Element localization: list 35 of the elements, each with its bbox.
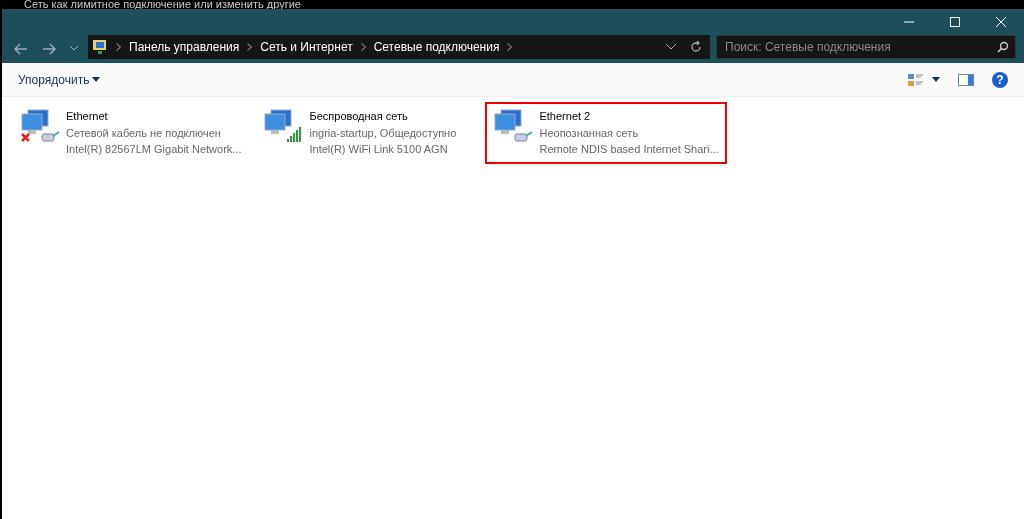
breadcrumb-item[interactable]: Сетевые подключения	[373, 38, 500, 56]
control-panel-icon	[92, 39, 108, 55]
search-box[interactable]: Поиск: Сетевые подключения	[716, 35, 1016, 59]
connection-name: Ethernet	[66, 109, 109, 124]
chevron-right-icon	[360, 43, 366, 51]
caret-icon	[92, 77, 101, 82]
connection-name: Ethernet 2	[539, 109, 592, 124]
chevron-right-icon	[116, 43, 121, 51]
organize-menu-button[interactable]: Упорядочить	[18, 70, 90, 89]
connection-status: Неопознанная сеть	[539, 125, 640, 141]
connection-item[interactable]: Ethernet Сетевой кабель не подключен Intel(R) 82567LM Gigabit Network...	[12, 102, 250, 164]
connection-status: ingria-startup, Общедоступно	[309, 125, 457, 141]
highlighted-connection-item[interactable]: Ethernet 2 Неопознанная сеть Remote NDIS based Internet Shari...	[485, 102, 727, 164]
adapter-name: Intel(R) 82567LM Gigabit Network...	[66, 142, 242, 157]
chevron-down-icon	[70, 46, 78, 52]
adapter-name: Intel(R) WiFi Link 5100 AGN	[309, 142, 449, 157]
address-bar[interactable]: Панель управления Сеть и Интернет Сетевые подключения	[88, 35, 710, 59]
search-field[interactable]: Поиск: Сетевые подключения	[723, 37, 997, 57]
view-options-icon[interactable]	[908, 72, 924, 87]
close-icon	[996, 17, 1006, 27]
preview-pane-icon[interactable]	[958, 73, 974, 86]
refresh-icon[interactable]	[690, 41, 702, 53]
adapter-name: Remote NDIS based Internet Shari...	[539, 142, 719, 157]
maximize-icon	[950, 17, 960, 27]
caret-icon[interactable]	[932, 77, 940, 82]
chevron-right-icon	[247, 43, 253, 51]
dropdown-chevron-icon[interactable]	[666, 44, 676, 50]
search-icon	[997, 41, 1009, 53]
connection-status: Сетевой кабель не подключен	[66, 125, 222, 141]
connection-name: Беспроводная сеть	[309, 109, 409, 124]
help-button[interactable]: ?	[992, 71, 1008, 88]
chevron-right-icon	[507, 43, 513, 51]
connection-item[interactable]: Беспроводная сеть ingria-startup, Общедоступно Intel(R) WiFi Link 5100 AGN	[255, 102, 480, 164]
breadcrumb-item[interactable]: Сеть и Интернет	[260, 38, 353, 56]
breadcrumb-item[interactable]: Панель управления	[129, 38, 240, 56]
